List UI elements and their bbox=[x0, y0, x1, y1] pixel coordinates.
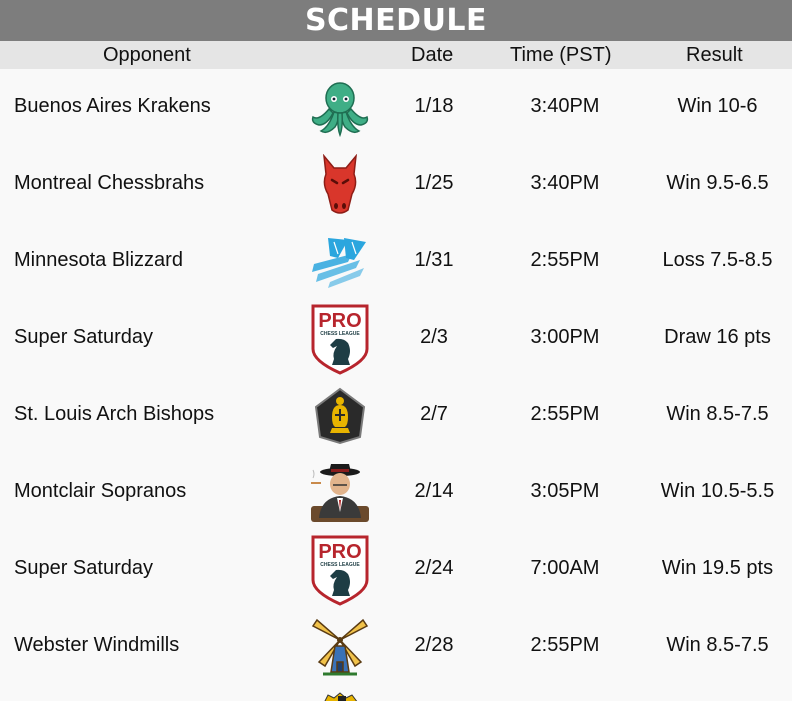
svg-text:CHESS LEAGUE: CHESS LEAGUE bbox=[320, 562, 360, 568]
svg-text:CHESS LEAGUE: CHESS LEAGUE bbox=[320, 331, 360, 337]
match-result: Win 10.5-5.5 bbox=[660, 480, 775, 502]
match-date: 1/25 bbox=[414, 172, 454, 194]
table-row: Super Saturday PRO CHESS LEAGUE 2/3 3:00… bbox=[0, 300, 792, 377]
partial-team-logo-icon bbox=[320, 690, 364, 701]
opponent-name: Webster Windmills bbox=[14, 634, 180, 656]
pro-chess-league-shield-icon: PRO CHESS LEAGUE bbox=[306, 300, 374, 377]
bishop-shield-logo-icon bbox=[306, 377, 374, 454]
table-row: Webster Windmills 2/28 2:55PM Win 8.5-7.… bbox=[0, 608, 792, 685]
match-time: 3:00PM bbox=[530, 326, 600, 348]
table-row: Buenos Aires Krakens 1/18 3:40PM Win 10-… bbox=[0, 69, 792, 146]
match-time: 3:05PM bbox=[530, 480, 600, 502]
match-time: 3:40PM bbox=[530, 95, 600, 117]
match-result: Win 19.5 pts bbox=[661, 557, 774, 579]
match-result: Draw 16 pts bbox=[664, 326, 771, 348]
opponent-name: St. Louis Arch Bishops bbox=[14, 403, 215, 425]
column-header-opponent: Opponent bbox=[103, 44, 191, 66]
blizzard-logo-icon bbox=[306, 223, 374, 300]
match-time: 2:55PM bbox=[530, 249, 600, 271]
svg-text:PRO: PRO bbox=[318, 310, 361, 332]
match-date: 1/18 bbox=[414, 95, 454, 117]
opponent-name: Super Saturday bbox=[14, 557, 153, 579]
table-row: Montclair Sopranos 2/14 3:05PM Win 10.5-… bbox=[0, 454, 792, 531]
table-row: Montreal Chessbrahs 1/25 3:40PM Win 9.5-… bbox=[0, 146, 792, 223]
match-result: Loss 7.5-8.5 bbox=[662, 249, 773, 271]
table-header: Opponent Date Time (PST) Result bbox=[0, 41, 792, 69]
match-result: Win 10-6 bbox=[677, 95, 758, 117]
kraken-logo-icon bbox=[306, 69, 374, 146]
schedule-table-body: Buenos Aires Krakens 1/18 3:40PM Win 10-… bbox=[0, 69, 792, 685]
match-time: 2:55PM bbox=[530, 403, 600, 425]
match-date: 2/28 bbox=[414, 634, 454, 656]
match-date: 2/3 bbox=[420, 326, 448, 348]
table-row: Minnesota Blizzard 1/31 2:55PM Loss 7.5-… bbox=[0, 223, 792, 300]
column-header-date: Date bbox=[411, 44, 454, 66]
match-date: 1/31 bbox=[414, 249, 454, 271]
opponent-name: Super Saturday bbox=[14, 326, 153, 348]
match-result: Win 8.5-7.5 bbox=[666, 634, 769, 656]
opponent-name: Montclair Sopranos bbox=[14, 480, 187, 502]
table-row: Super Saturday PRO CHESS LEAGUE 2/24 7:0… bbox=[0, 531, 792, 608]
opponent-name: Minnesota Blizzard bbox=[14, 249, 183, 271]
match-time: 3:40PM bbox=[530, 172, 600, 194]
match-time: 7:00AM bbox=[530, 557, 600, 579]
red-horse-logo-icon bbox=[306, 146, 374, 223]
match-date: 2/14 bbox=[414, 480, 454, 502]
column-header-time: Time (PST) bbox=[510, 44, 612, 66]
pro-chess-league-shield-icon: PRO CHESS LEAGUE bbox=[306, 531, 374, 608]
mobster-logo-icon bbox=[306, 454, 374, 531]
opponent-name: Montreal Chessbrahs bbox=[14, 172, 205, 194]
match-date: 2/24 bbox=[414, 557, 454, 579]
table-row: St. Louis Arch Bishops 2/7 2:55PM Win 8.… bbox=[0, 377, 792, 454]
windmill-logo-icon bbox=[306, 608, 374, 685]
match-result: Win 9.5-6.5 bbox=[666, 172, 769, 194]
column-header-result: Result bbox=[686, 44, 743, 66]
opponent-name: Buenos Aires Krakens bbox=[14, 95, 211, 117]
match-result: Win 8.5-7.5 bbox=[666, 403, 769, 425]
match-date: 2/7 bbox=[420, 403, 448, 425]
schedule-title: SCHEDULE bbox=[0, 0, 792, 41]
match-time: 2:55PM bbox=[530, 634, 600, 656]
svg-text:PRO: PRO bbox=[318, 541, 361, 563]
